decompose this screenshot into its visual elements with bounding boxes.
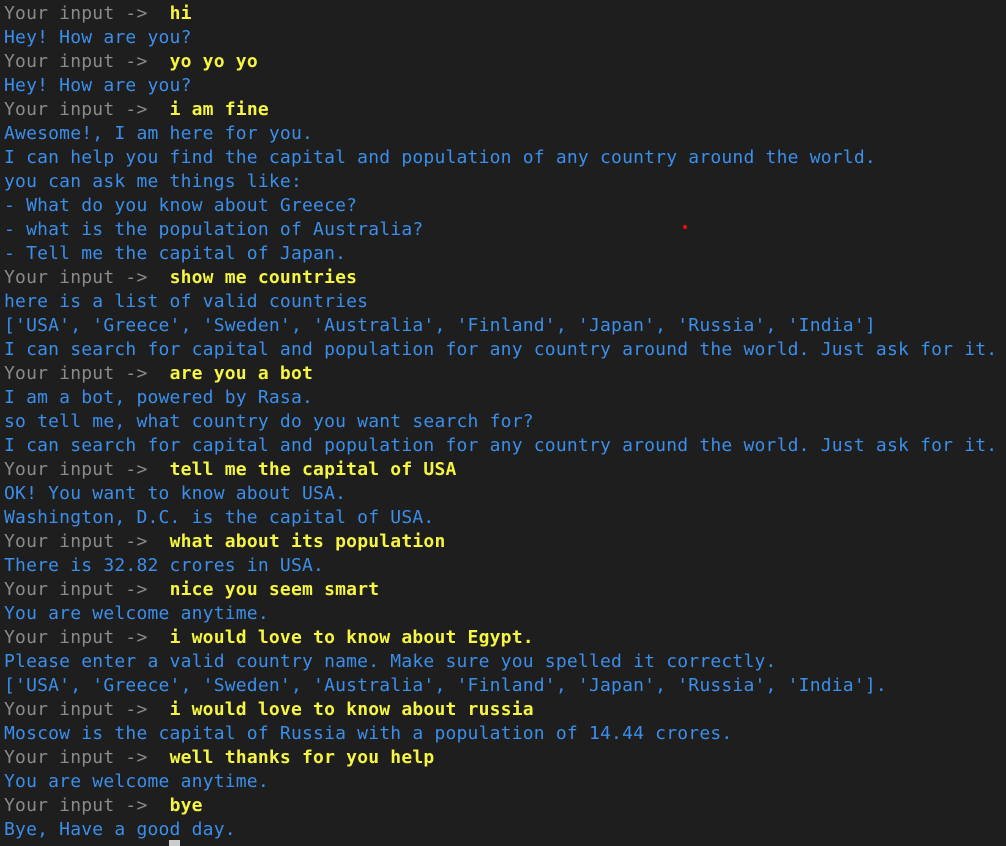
- bot-message: here is a list of valid countries: [4, 291, 369, 312]
- user-message: show me countries: [169, 267, 358, 288]
- user-input-line: Your input -> yo yo yo: [4, 50, 1006, 74]
- bot-message: Hey! How are you?: [4, 27, 192, 48]
- bot-response-line: There is 32.82 crores in USA.: [4, 554, 1006, 578]
- bot-response-line: - what is the population of Australia?: [4, 218, 1006, 242]
- input-prompt: Your input ->: [4, 531, 170, 552]
- bot-response-line: Moscow is the capital of Russia with a p…: [4, 722, 1006, 746]
- user-input-line: Your input -> hi: [4, 2, 1006, 26]
- bot-message: I can search for capital and population …: [4, 339, 998, 360]
- user-input-line: Your input -> nice you seem smart: [4, 578, 1006, 602]
- user-message: i would love to know about russia: [169, 699, 534, 720]
- bot-response-line: I can search for capital and population …: [4, 338, 1006, 362]
- user-message: hi: [169, 3, 192, 24]
- bot-message: You are welcome anytime.: [4, 771, 269, 792]
- bot-message: so tell me, what country do you want sea…: [4, 411, 534, 432]
- bot-message: ['USA', 'Greece', 'Sweden', 'Australia',…: [4, 675, 887, 696]
- user-input-line: Your input -> well thanks for you help: [4, 746, 1006, 770]
- bot-response-line: I am a bot, powered by Rasa.: [4, 386, 1006, 410]
- text-cursor[interactable]: [169, 840, 180, 846]
- bot-message: Hey! How are you?: [4, 75, 192, 96]
- bot-message: You are welcome anytime.: [4, 603, 269, 624]
- bot-message: Moscow is the capital of Russia with a p…: [4, 723, 733, 744]
- bot-response-line: Awesome!, I am here for you.: [4, 122, 1006, 146]
- bot-message: Please enter a valid country name. Make …: [4, 651, 777, 672]
- bot-response-line: I can help you find the capital and popu…: [4, 146, 1006, 170]
- user-input-line: Your input -> tell me the capital of USA: [4, 458, 1006, 482]
- bot-message: ['USA', 'Greece', 'Sweden', 'Australia',…: [4, 315, 876, 336]
- bot-response-line: Hey! How are you?: [4, 26, 1006, 50]
- bot-message: Awesome!, I am here for you.: [4, 123, 314, 144]
- bot-response-line: you can ask me things like:: [4, 170, 1006, 194]
- user-input-line: Your input -> what about its population: [4, 530, 1006, 554]
- bot-message: - what is the population of Australia?: [4, 219, 424, 240]
- bot-response-line: You are welcome anytime.: [4, 602, 1006, 626]
- red-dot-marker: [683, 225, 687, 229]
- user-input-line: Your input -> i would love to know about…: [4, 698, 1006, 722]
- user-message: are you a bot: [169, 363, 314, 384]
- bot-response-line: - Tell me the capital of Japan.: [4, 242, 1006, 266]
- user-message: bye: [169, 795, 203, 816]
- bot-message: you can ask me things like:: [4, 171, 302, 192]
- input-prompt: Your input ->: [4, 3, 170, 24]
- user-input-line: Your input -> i am fine: [4, 98, 1006, 122]
- bot-response-line: so tell me, what country do you want sea…: [4, 410, 1006, 434]
- input-prompt: Your input ->: [4, 699, 170, 720]
- input-prompt: Your input ->: [4, 627, 170, 648]
- bot-message: I can help you find the capital and popu…: [4, 147, 876, 168]
- bot-response-line: ['USA', 'Greece', 'Sweden', 'Australia',…: [4, 314, 1006, 338]
- terminal-output[interactable]: Your input -> hi Hey! How are you? Your in…: [4, 2, 1006, 842]
- input-prompt: Your input ->: [4, 51, 170, 72]
- bot-response-line: OK! You want to know about USA.: [4, 482, 1006, 506]
- bot-message: Bye, Have a good day.: [4, 819, 236, 840]
- bot-response-line: Please enter a valid country name. Make …: [4, 650, 1006, 674]
- input-prompt: Your input ->: [4, 579, 170, 600]
- input-prompt: Your input ->: [4, 747, 170, 768]
- bot-message: Washington, D.C. is the capital of USA.: [4, 507, 435, 528]
- input-prompt: Your input ->: [4, 267, 170, 288]
- input-prompt: Your input ->: [4, 795, 170, 816]
- user-message: nice you seem smart: [169, 579, 380, 600]
- bot-response-line: Bye, Have a good day.: [4, 818, 1006, 842]
- user-input-line: Your input -> show me countries: [4, 266, 1006, 290]
- input-prompt: Your input ->: [4, 459, 170, 480]
- user-input-line: Your input -> bye: [4, 794, 1006, 818]
- bot-response-line: Washington, D.C. is the capital of USA.: [4, 506, 1006, 530]
- bot-message: I am a bot, powered by Rasa.: [4, 387, 314, 408]
- bot-message: OK! You want to know about USA.: [4, 483, 347, 504]
- user-message: well thanks for you help: [169, 747, 435, 768]
- bot-message: There is 32.82 crores in USA.: [4, 555, 325, 576]
- user-message: what about its population: [169, 531, 446, 552]
- user-message: i am fine: [169, 99, 269, 120]
- user-input-line: Your input -> i would love to know about…: [4, 626, 1006, 650]
- bot-response-line: You are welcome anytime.: [4, 770, 1006, 794]
- bot-message: - What do you know about Greece?: [4, 195, 358, 216]
- user-input-line: Your input -> are you a bot: [4, 362, 1006, 386]
- input-prompt: Your input ->: [4, 363, 170, 384]
- bot-response-line: I can search for capital and population …: [4, 434, 1006, 458]
- bot-response-line: here is a list of valid countries: [4, 290, 1006, 314]
- bot-message: I can search for capital and population …: [4, 435, 998, 456]
- user-message: yo yo yo: [169, 51, 258, 72]
- bot-response-line: ['USA', 'Greece', 'Sweden', 'Australia',…: [4, 674, 1006, 698]
- bot-response-line: Hey! How are you?: [4, 74, 1006, 98]
- user-message: i would love to know about Egypt.: [169, 627, 534, 648]
- bot-message: - Tell me the capital of Japan.: [4, 243, 347, 264]
- input-prompt: Your input ->: [4, 99, 170, 120]
- user-message: tell me the capital of USA: [169, 459, 457, 480]
- bot-response-line: - What do you know about Greece?: [4, 194, 1006, 218]
